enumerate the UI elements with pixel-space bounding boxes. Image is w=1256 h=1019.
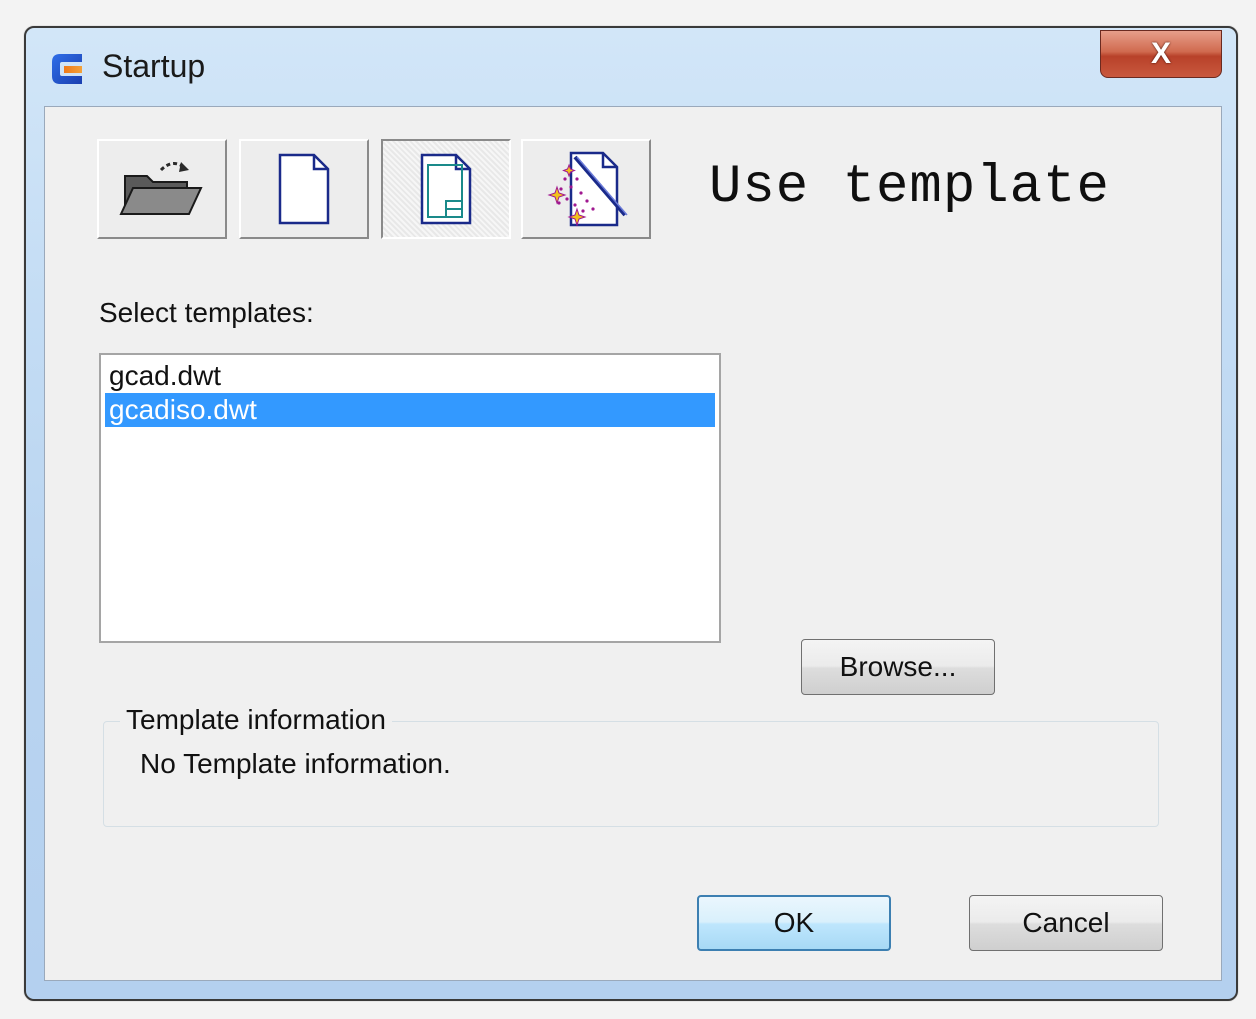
template-information-text: No Template information. [140,748,451,779]
dialog-body: Use template Select templates: gcad.dwt … [44,106,1222,981]
template-information-group: Template information No Template informa… [103,704,1159,827]
wizard-document-icon [547,151,628,227]
template-information-legend: Template information [120,704,392,736]
cancel-button[interactable]: Cancel [969,895,1163,951]
close-button[interactable]: X [1100,30,1222,78]
browse-button-label: Browse... [839,651,957,682]
close-icon: X [1150,37,1171,70]
template-document-icon [420,153,472,225]
open-drawing-button[interactable] [97,139,227,239]
templates-listbox[interactable]: gcad.dwt gcadiso.dwt [99,353,721,643]
use-wizard-button[interactable] [521,139,651,239]
select-templates-label: Select templates: [99,297,314,328]
app-logo-icon [52,54,82,84]
startup-dialog: Startup X Use template Select templates:… [24,26,1238,1001]
open-folder-icon [119,162,203,215]
ok-button-label: OK [773,907,815,938]
use-template-button[interactable] [381,139,511,239]
list-item[interactable]: gcadiso.dwt [105,393,715,427]
screen: Startup X Use template Select templates:… [0,0,1256,1019]
ok-button[interactable]: OK [697,895,891,951]
title-bar[interactable]: Startup X [26,28,1236,106]
mode-title: Use template [709,157,1110,218]
browse-button[interactable]: Browse... [801,639,995,695]
blank-document-icon [278,153,330,225]
cancel-button-label: Cancel [1022,907,1110,938]
list-item[interactable]: gcad.dwt [105,359,715,393]
start-from-scratch-button[interactable] [239,139,369,239]
window-title: Startup [102,48,206,84]
